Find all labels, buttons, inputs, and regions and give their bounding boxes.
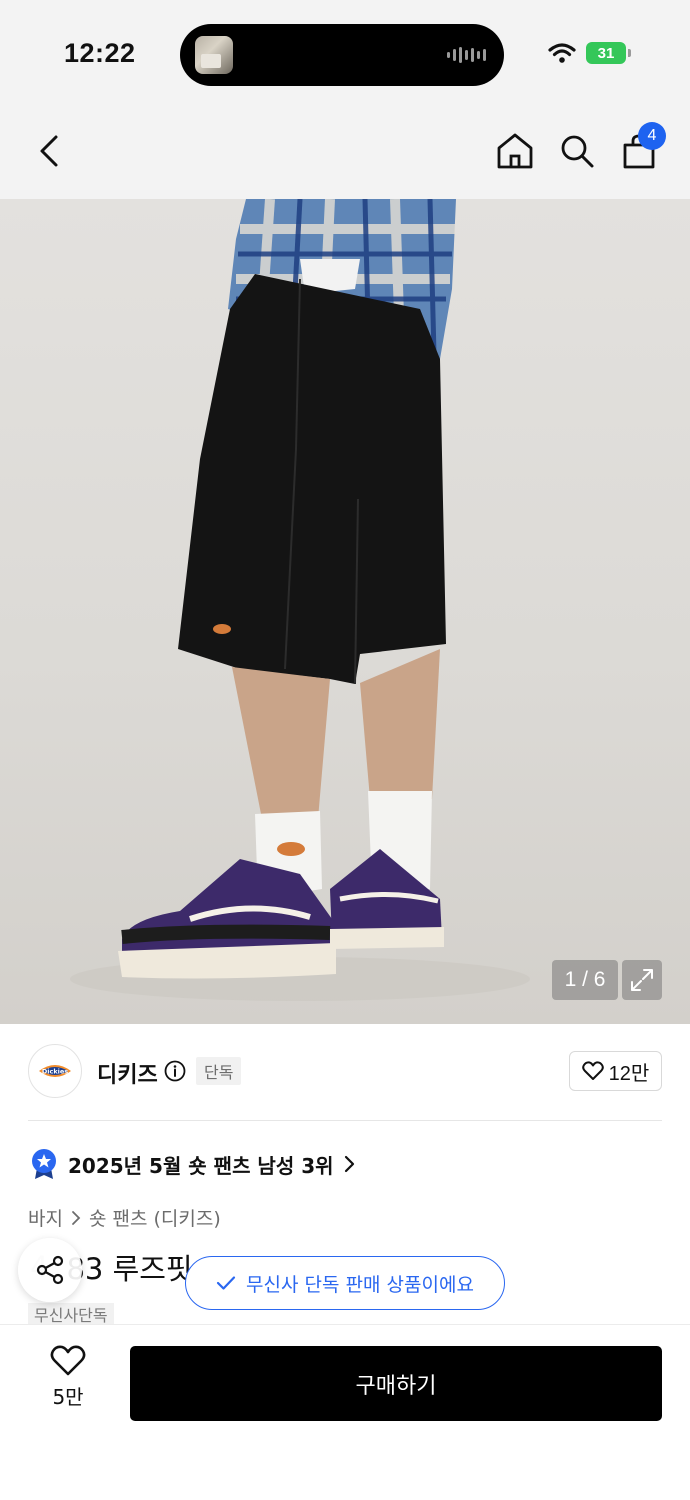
home-button[interactable]: [492, 128, 538, 174]
heart-icon: [50, 1345, 86, 1376]
expand-icon: [631, 969, 653, 991]
dynamic-island[interactable]: [180, 24, 504, 86]
chevron-left-icon: [40, 135, 58, 167]
exclusive-toast: 무신사 단독 판매 상품이에요: [185, 1256, 505, 1310]
bottom-action-bar: 5만 구매하기: [0, 1324, 690, 1500]
brand-logo[interactable]: Dickies: [28, 1044, 82, 1098]
divider: [28, 1120, 662, 1121]
buy-button[interactable]: 구매하기: [130, 1346, 662, 1421]
status-indicators: 31: [548, 42, 631, 64]
status-time: 12:22: [64, 38, 136, 68]
app-header: 4: [0, 104, 690, 199]
breadcrumb-category[interactable]: 바지: [28, 1204, 63, 1231]
wishlist-button[interactable]: 5만: [36, 1345, 100, 1421]
search-icon: [561, 135, 594, 168]
home-icon: [497, 133, 533, 169]
now-playing-thumbnail: [195, 36, 233, 74]
brand-like-button[interactable]: 12만: [569, 1051, 662, 1091]
battery-level: 31: [597, 44, 615, 62]
status-bar: 12:22 31: [0, 0, 690, 104]
brand-row: Dickies 디키즈 단독 12만: [0, 1024, 690, 1120]
search-button[interactable]: [554, 128, 600, 174]
dickies-logo-icon: Dickies: [39, 1065, 71, 1077]
ranking-link[interactable]: 2025년 5월 숏 팬츠 남성 3위: [30, 1146, 356, 1182]
rank-medal-icon: [32, 1149, 56, 1179]
share-icon: [36, 1255, 64, 1285]
product-title-text: 83 루즈핏: [66, 1252, 193, 1286]
ranking-text: 2025년 5월 숏 팬츠 남성 3위: [68, 1153, 334, 1178]
cart-count-badge: 4: [638, 122, 666, 150]
chevron-right-icon: [72, 1210, 81, 1225]
cart-button[interactable]: 4: [616, 122, 666, 174]
expand-image-button[interactable]: [622, 960, 662, 1000]
battery-icon: 31: [586, 42, 631, 64]
wishlist-count: 5만: [52, 1385, 84, 1409]
exclusive-tag: 단독: [196, 1057, 242, 1085]
brand-like-count: 12만: [608, 1062, 650, 1085]
check-icon: [216, 1276, 236, 1290]
product-photo: [70, 199, 530, 1001]
chevron-right-icon: [344, 1155, 354, 1173]
share-button[interactable]: [18, 1238, 82, 1302]
breadcrumb-subcategory[interactable]: 숏 팬츠 (디키즈): [89, 1204, 221, 1231]
image-counter: 1 / 6: [552, 960, 618, 1000]
brand-name[interactable]: 디키즈: [97, 1057, 158, 1089]
svg-text:Dickies: Dickies: [42, 1068, 68, 1076]
breadcrumb: 바지 숏 팬츠 (디키즈): [28, 1204, 221, 1231]
musinsa-exclusive-badge: 무신사단독: [28, 1303, 114, 1325]
toast-message: 무신사 단독 판매 상품이에요: [246, 1273, 474, 1296]
info-icon[interactable]: [164, 1060, 186, 1082]
heart-icon: [581, 1061, 604, 1080]
product-image-carousel[interactable]: [0, 199, 690, 1024]
wifi-icon: [548, 43, 576, 63]
audio-wave-icon: [447, 46, 486, 64]
back-button[interactable]: [26, 128, 72, 174]
